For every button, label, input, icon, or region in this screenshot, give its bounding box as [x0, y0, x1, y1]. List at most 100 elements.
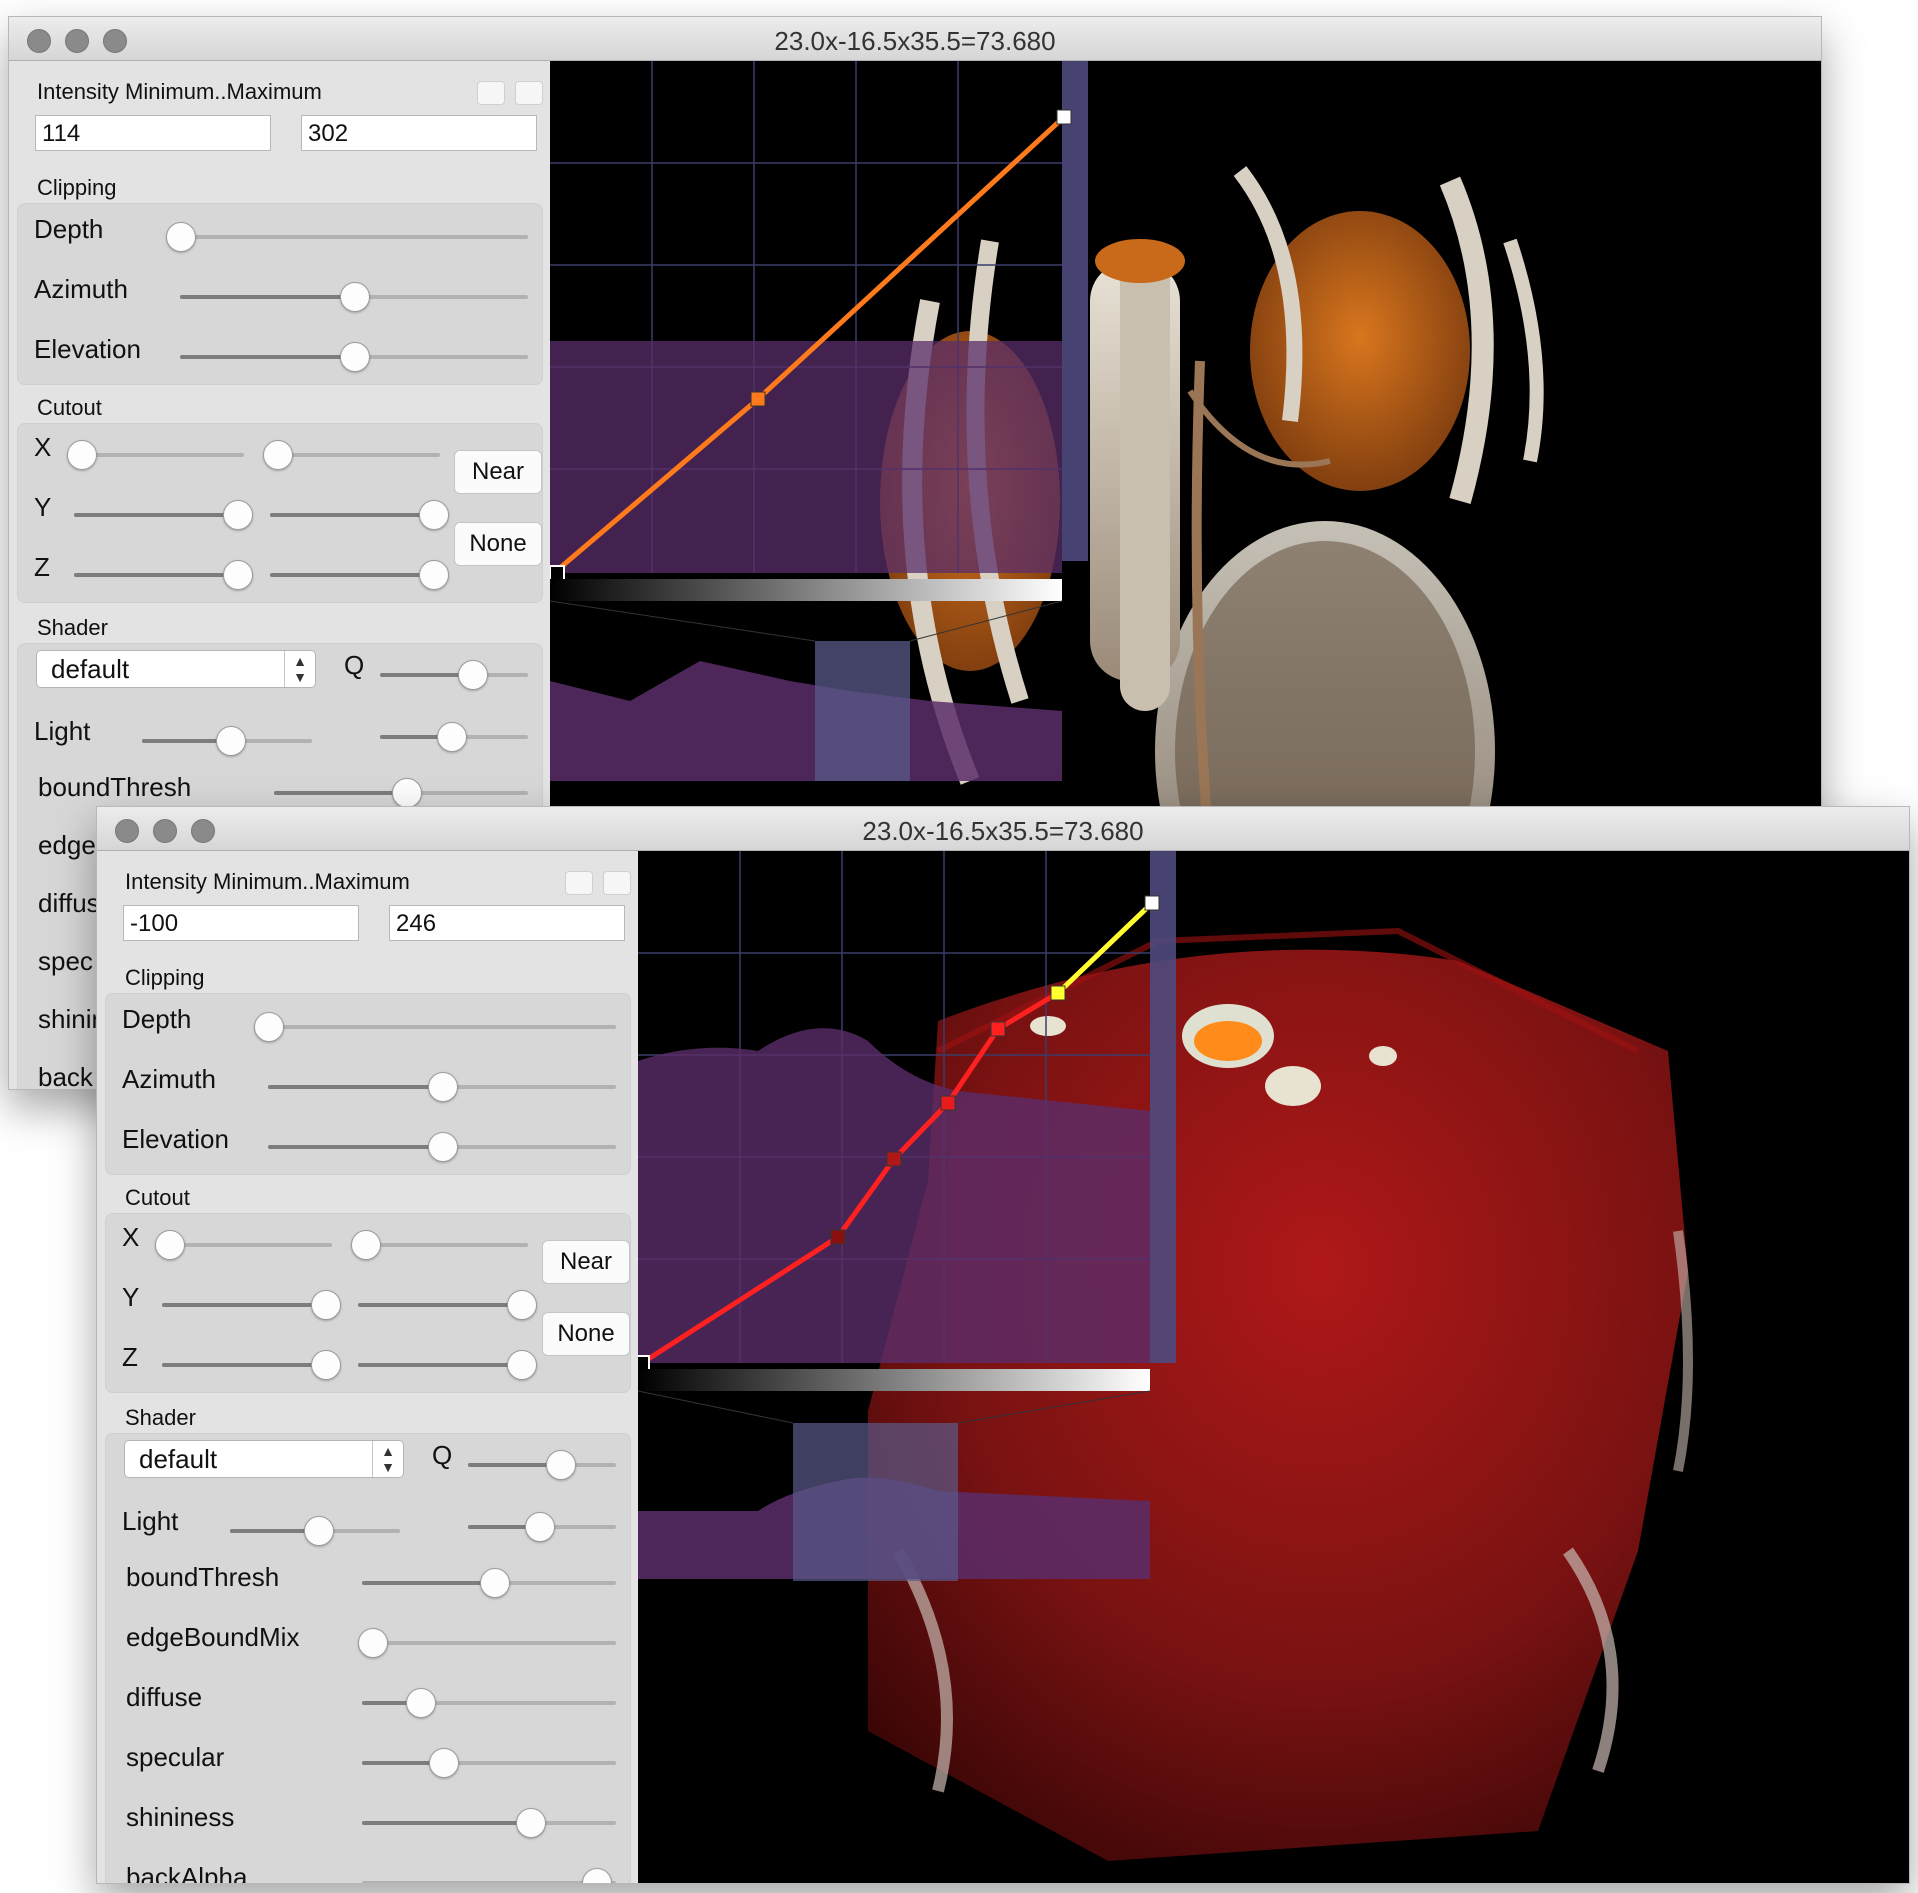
control-point[interactable]	[990, 1021, 1006, 1037]
panel-toggle-button[interactable]	[477, 81, 505, 105]
light-elevation-slider[interactable]	[468, 1512, 616, 1542]
range-handle[interactable]	[1062, 61, 1088, 561]
grayscale-ramp	[550, 579, 1062, 601]
panel-toggle-button[interactable]	[515, 81, 543, 105]
param-label: boundThresh	[38, 772, 192, 802]
anatomy-render	[868, 927, 1693, 1861]
cutout-z-max-slider[interactable]	[270, 560, 450, 590]
control-point[interactable]	[886, 1151, 902, 1167]
shininess-slider[interactable]	[362, 1808, 616, 1838]
edgeboundmix-slider[interactable]	[358, 1628, 616, 1658]
light-label: Light	[34, 716, 91, 746]
cutout-x-max-slider[interactable]	[350, 1230, 528, 1260]
title-bar[interactable]: 23.0x-16.5x35.5=73.680	[9, 17, 1821, 61]
panel-toggle-button[interactable]	[603, 871, 631, 895]
control-point[interactable]	[1050, 985, 1066, 1001]
shader-select[interactable]: default ▲ ▼	[124, 1440, 404, 1478]
q-slider[interactable]	[468, 1450, 616, 1480]
cutout-group: X Y Z Near None	[17, 423, 543, 603]
render-view[interactable]	[638, 851, 1909, 1883]
boundthresh-slider[interactable]	[362, 1568, 616, 1598]
cutout-z-min-slider[interactable]	[162, 1350, 342, 1380]
cutout-y-max-slider[interactable]	[270, 500, 450, 530]
q-label: Q	[432, 1440, 453, 1470]
cutout-z-label: Z	[122, 1342, 138, 1372]
intensity-min-input[interactable]: 114	[35, 115, 271, 151]
cutout-z-max-slider[interactable]	[358, 1350, 538, 1380]
elevation-slider[interactable]	[268, 1132, 616, 1162]
depth-label: Depth	[122, 1004, 192, 1034]
near-button[interactable]: Near	[454, 450, 542, 494]
control-panel: Intensity Minimum..Maximum -100 246 Clip…	[97, 851, 637, 1883]
grayscale-ramp	[638, 1369, 1150, 1391]
edgeboundmix-label: edgeBoundMix	[126, 1622, 300, 1652]
diffuse-slider[interactable]	[362, 1688, 616, 1718]
cutout-y-max-slider[interactable]	[358, 1290, 538, 1320]
shader-label: Shader	[37, 615, 108, 640]
control-point[interactable]	[1056, 109, 1072, 125]
light-azimuth-slider[interactable]	[230, 1516, 400, 1546]
shader-group: default ▲ ▼ Q Light boundThresh edgeBound…	[105, 1433, 631, 1883]
zoom-window[interactable]	[793, 1423, 958, 1581]
shader-label: Shader	[125, 1405, 196, 1430]
light-azimuth-slider[interactable]	[142, 726, 312, 756]
clipping-group: Depth Azimuth Elevation	[105, 993, 631, 1175]
specular-slider[interactable]	[362, 1748, 616, 1778]
control-point[interactable]	[1144, 895, 1160, 911]
azimuth-slider[interactable]	[180, 282, 528, 312]
full-histogram	[550, 661, 1062, 781]
title-bar[interactable]: 23.0x-16.5x35.5=73.680	[97, 807, 1909, 851]
cutout-x-max-slider[interactable]	[262, 440, 440, 470]
control-point[interactable]	[638, 1355, 650, 1371]
cutout-x-min-slider[interactable]	[154, 1230, 332, 1260]
none-button[interactable]: None	[542, 1312, 630, 1356]
cutout-group: X Y Z Near None	[105, 1213, 631, 1393]
window-title: 23.0x-16.5x35.5=73.680	[774, 26, 1056, 56]
none-button[interactable]: None	[454, 522, 542, 566]
cutout-y-min-slider[interactable]	[162, 1290, 342, 1320]
param-label: back	[38, 1062, 93, 1090]
light-label: Light	[122, 1506, 179, 1536]
range-handle[interactable]	[1150, 851, 1176, 1363]
param-label: spec	[38, 946, 93, 976]
cutout-x-min-slider[interactable]	[66, 440, 244, 470]
boundthresh-label: boundThresh	[126, 1562, 280, 1592]
depth-slider[interactable]	[254, 1012, 616, 1042]
elevation-slider[interactable]	[180, 342, 528, 372]
control-point[interactable]	[940, 1095, 956, 1111]
cutout-label: Cutout	[125, 1185, 190, 1210]
zoom-window[interactable]	[815, 641, 910, 781]
stepper-arrows-icon: ▲ ▼	[284, 651, 315, 687]
volume-render-window-front: 23.0x-16.5x35.5=73.680 Intensity Minimum…	[96, 806, 1910, 1884]
q-slider[interactable]	[380, 660, 528, 690]
cutout-y-label: Y	[122, 1282, 140, 1312]
specular-label: specular	[126, 1742, 225, 1772]
cutout-y-min-slider[interactable]	[74, 500, 254, 530]
boundthresh-slider[interactable]	[274, 778, 528, 808]
intensity-min-input[interactable]: -100	[123, 905, 359, 941]
cutout-z-label: Z	[34, 552, 50, 582]
param-label: diffus	[38, 888, 100, 918]
intensity-max-input[interactable]: 302	[301, 115, 537, 151]
diffuse-label: diffuse	[126, 1682, 203, 1712]
volume-rendering[interactable]	[638, 851, 1909, 1883]
clipping-label: Clipping	[37, 175, 117, 200]
control-point[interactable]	[750, 391, 766, 407]
intensity-max-input[interactable]: 246	[389, 905, 625, 941]
window-title: 23.0x-16.5x35.5=73.680	[862, 816, 1144, 846]
control-point[interactable]	[830, 1229, 846, 1245]
near-button[interactable]: Near	[542, 1240, 630, 1284]
cutout-z-min-slider[interactable]	[74, 560, 254, 590]
q-label: Q	[344, 650, 365, 680]
intensity-label: Intensity Minimum..Maximum	[125, 869, 410, 894]
cutout-label: Cutout	[37, 395, 102, 420]
depth-label: Depth	[34, 214, 104, 244]
backalpha-slider[interactable]	[362, 1868, 616, 1883]
light-elevation-slider[interactable]	[380, 722, 528, 752]
panel-toggle-button[interactable]	[565, 871, 593, 895]
shader-select[interactable]: default ▲ ▼	[36, 650, 316, 688]
depth-slider[interactable]	[166, 222, 528, 252]
cutout-x-label: X	[34, 432, 52, 462]
azimuth-slider[interactable]	[268, 1072, 616, 1102]
control-point[interactable]	[550, 565, 565, 581]
